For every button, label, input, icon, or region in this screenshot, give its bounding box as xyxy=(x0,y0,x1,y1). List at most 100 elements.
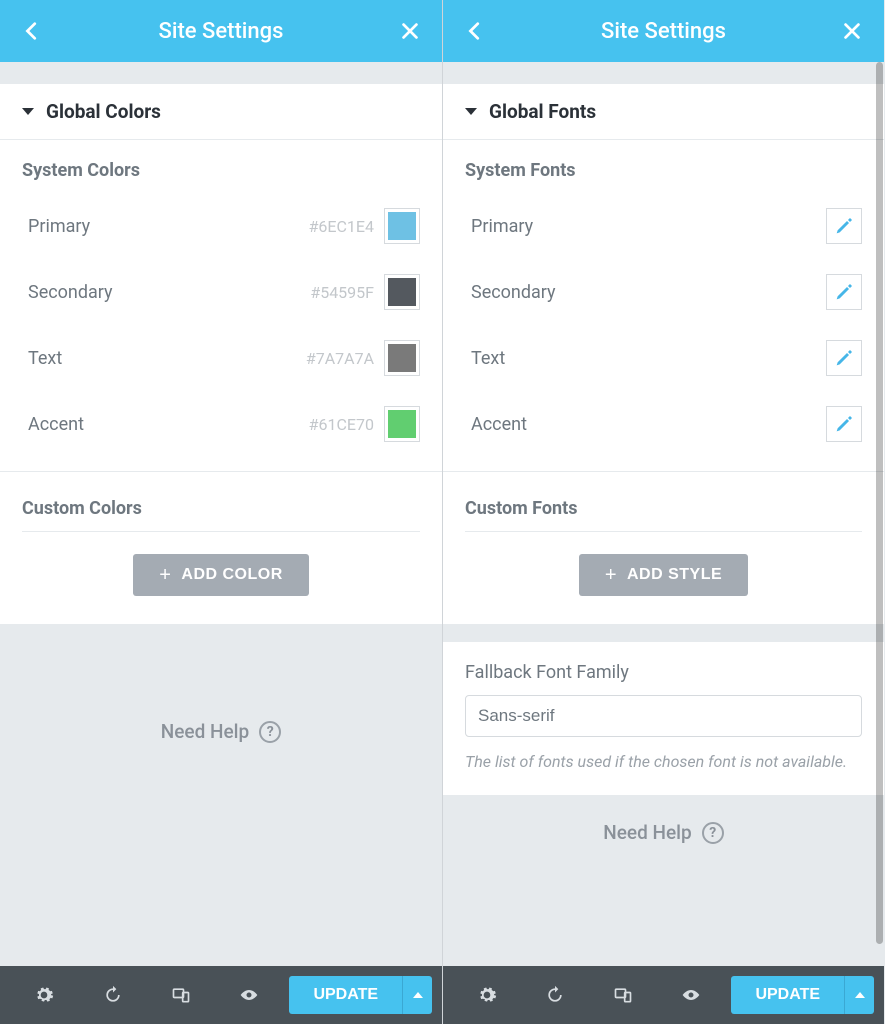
system-fonts-heading: System Fonts xyxy=(465,160,862,181)
color-swatch[interactable] xyxy=(384,208,420,244)
help-row[interactable]: Need Help ? xyxy=(443,795,884,870)
color-hex: #6EC1E4 xyxy=(309,217,374,236)
scrollbar[interactable] xyxy=(876,62,883,944)
close-button[interactable] xyxy=(838,17,866,45)
color-swatch[interactable] xyxy=(384,340,420,376)
color-row-accent: Accent #61CE70 xyxy=(22,391,420,457)
add-color-label: ADD COLOR xyxy=(181,566,282,584)
color-hex: #54595F xyxy=(310,283,374,302)
font-row-secondary: Secondary xyxy=(465,259,862,325)
history-button[interactable] xyxy=(521,985,589,1005)
add-style-button[interactable]: + ADD STYLE xyxy=(579,554,748,596)
spacer xyxy=(0,62,442,84)
edit-font-button[interactable] xyxy=(826,340,862,376)
color-name: Secondary xyxy=(22,282,310,303)
edit-font-button[interactable] xyxy=(826,406,862,442)
swatch-inner xyxy=(388,278,416,306)
spacer xyxy=(443,62,884,84)
history-button[interactable] xyxy=(78,985,146,1005)
close-button[interactable] xyxy=(396,17,424,45)
back-button[interactable] xyxy=(18,17,46,45)
section-title: Global Fonts xyxy=(489,100,596,123)
font-name: Accent xyxy=(465,414,826,435)
header: Site Settings xyxy=(443,0,884,62)
history-icon xyxy=(545,985,565,1005)
close-icon xyxy=(841,20,863,42)
color-row-secondary: Secondary #54595F xyxy=(22,259,420,325)
update-group: UPDATE xyxy=(731,976,874,1014)
edit-font-button[interactable] xyxy=(826,208,862,244)
update-button[interactable]: UPDATE xyxy=(731,976,844,1014)
header-title: Site Settings xyxy=(601,19,726,44)
help-icon: ? xyxy=(702,822,724,844)
header-title: Site Settings xyxy=(159,19,284,44)
accordion-header-colors[interactable]: Global Colors xyxy=(0,84,442,140)
font-name: Text xyxy=(465,348,826,369)
section-title: Global Colors xyxy=(46,100,161,123)
fallback-font-input[interactable] xyxy=(465,695,862,737)
chevron-left-icon xyxy=(21,20,43,42)
color-name: Accent xyxy=(22,414,309,435)
font-row-primary: Primary xyxy=(465,193,862,259)
pencil-icon xyxy=(835,283,853,301)
help-icon: ? xyxy=(259,721,281,743)
help-text: Need Help xyxy=(161,720,249,743)
update-options-button[interactable] xyxy=(402,976,432,1014)
caret-up-icon xyxy=(855,992,865,998)
plus-icon: + xyxy=(605,564,617,587)
fallback-section: Fallback Font Family The list of fonts u… xyxy=(443,642,884,795)
pencil-icon xyxy=(835,349,853,367)
responsive-button[interactable] xyxy=(589,985,657,1005)
color-hex: #61CE70 xyxy=(309,415,374,434)
footer: UPDATE xyxy=(0,966,442,1024)
custom-fonts-heading: Custom Fonts xyxy=(465,498,862,519)
settings-button[interactable] xyxy=(10,985,78,1005)
caret-down-icon xyxy=(465,108,477,115)
gear-icon xyxy=(34,985,54,1005)
eye-icon xyxy=(681,985,701,1005)
add-color-button[interactable]: + ADD COLOR xyxy=(133,554,309,596)
custom-colors-section: Custom Colors + ADD COLOR xyxy=(0,472,442,624)
help-text: Need Help xyxy=(603,821,691,844)
responsive-button[interactable] xyxy=(147,985,215,1005)
settings-button[interactable] xyxy=(453,985,521,1005)
color-swatch[interactable] xyxy=(384,406,420,442)
update-options-button[interactable] xyxy=(844,976,874,1014)
panel-colors: Site Settings Global Colors System Color… xyxy=(0,0,442,1024)
custom-fonts-section: Custom Fonts + ADD STYLE xyxy=(443,472,884,624)
add-style-label: ADD STYLE xyxy=(627,566,722,584)
pencil-icon xyxy=(835,415,853,433)
font-name: Primary xyxy=(465,216,826,237)
swatch-inner xyxy=(388,344,416,372)
fallback-label: Fallback Font Family xyxy=(465,662,862,683)
edit-font-button[interactable] xyxy=(826,274,862,310)
font-name: Secondary xyxy=(465,282,826,303)
color-hex: #7A7A7A xyxy=(306,349,374,368)
system-colors-heading: System Colors xyxy=(22,160,420,181)
caret-up-icon xyxy=(413,992,423,998)
fallback-description: The list of fonts used if the chosen fon… xyxy=(465,751,862,773)
plus-icon: + xyxy=(159,564,171,587)
color-swatch[interactable] xyxy=(384,274,420,310)
pencil-icon xyxy=(835,217,853,235)
help-row[interactable]: Need Help ? xyxy=(0,694,442,769)
swatch-inner xyxy=(388,212,416,240)
panel-fonts: Site Settings Global Fonts System Fonts … xyxy=(442,0,884,1024)
color-name: Primary xyxy=(22,216,309,237)
preview-button[interactable] xyxy=(657,985,725,1005)
devices-icon xyxy=(171,985,191,1005)
swatch-inner xyxy=(388,410,416,438)
eye-icon xyxy=(239,985,259,1005)
accordion-header-fonts[interactable]: Global Fonts xyxy=(443,84,884,140)
caret-down-icon xyxy=(22,108,34,115)
font-row-text: Text xyxy=(465,325,862,391)
close-icon xyxy=(399,20,421,42)
back-button[interactable] xyxy=(461,17,489,45)
history-icon xyxy=(103,985,123,1005)
update-button[interactable]: UPDATE xyxy=(289,976,402,1014)
devices-icon xyxy=(613,985,633,1005)
preview-button[interactable] xyxy=(215,985,283,1005)
header: Site Settings xyxy=(0,0,442,62)
color-row-text: Text #7A7A7A xyxy=(22,325,420,391)
footer: UPDATE xyxy=(443,966,884,1024)
